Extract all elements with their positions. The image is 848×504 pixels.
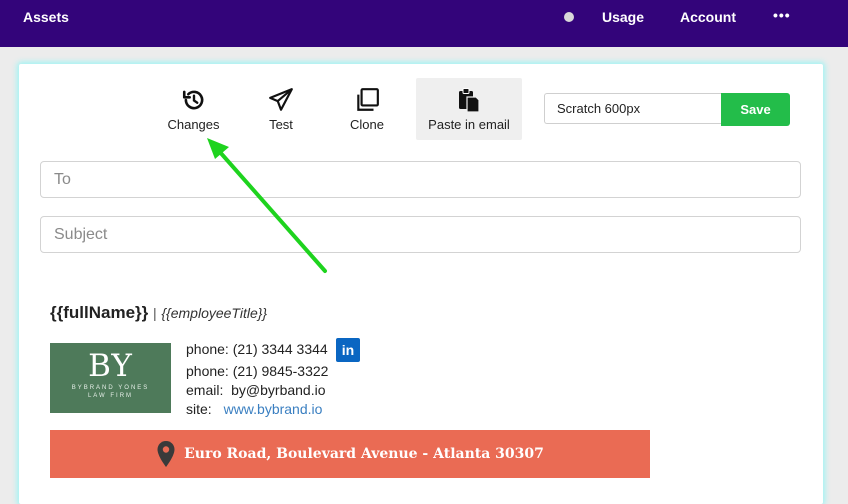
template-name-input[interactable] [544,93,721,124]
subject-input[interactable] [40,216,801,253]
changes-label: Changes [167,117,220,132]
status-dot-icon [564,12,574,22]
company-logo: BY BYBRAND YONES LAW FIRM [50,343,171,413]
changes-button[interactable]: Changes [155,78,232,140]
paste-label: Paste in email [428,117,510,132]
logo-initials: BY [88,348,133,384]
nav-usage[interactable]: Usage [602,9,644,25]
site-link[interactable]: www.bybrand.io [224,401,323,417]
address-banner: Euro Road, Boulevard Avenue - Atlanta 30… [50,430,650,478]
history-icon [182,90,203,110]
address-text: Euro Road, Boulevard Avenue - Atlanta 30… [184,446,544,462]
test-label: Test [269,117,293,132]
phone-line-2: phone: (21) 9845-3322 [186,363,329,379]
map-pin-icon [157,441,175,467]
paper-plane-icon [269,88,293,111]
site-line: site: www.bybrand.io [186,401,322,417]
email-line: email: by@byrband.io [186,382,326,398]
editor-card: Changes Test Clone Paste in email Save {… [19,64,823,504]
logo-company-name: BYBRAND YONES [71,385,150,391]
clone-label: Clone [350,117,384,132]
nav-assets[interactable]: Assets [23,9,69,25]
phone-line-1: phone: (21) 3344 3344 [186,341,328,357]
nav-account[interactable]: Account [680,9,736,25]
employee-title-placeholder: {{employeeTitle}} [161,305,268,321]
clone-icon [357,88,379,111]
site-label: site: [186,401,212,417]
clipboard-paste-icon [459,88,480,113]
top-navbar: Assets Usage Account ••• [0,0,848,47]
linkedin-icon[interactable]: in [336,338,360,362]
to-input[interactable] [40,161,801,198]
logo-company-type: LAW FIRM [87,393,134,399]
paste-in-email-button[interactable]: Paste in email [416,78,522,140]
full-name-placeholder: {{fullName}} [50,303,149,322]
more-menu-icon[interactable]: ••• [773,7,791,23]
signature-header: {{fullName}} | {{employeeTitle}} [50,303,267,323]
save-button[interactable]: Save [721,93,790,126]
test-button[interactable]: Test [249,78,313,140]
name-separator: | [153,305,157,321]
clone-button[interactable]: Clone [335,78,399,140]
